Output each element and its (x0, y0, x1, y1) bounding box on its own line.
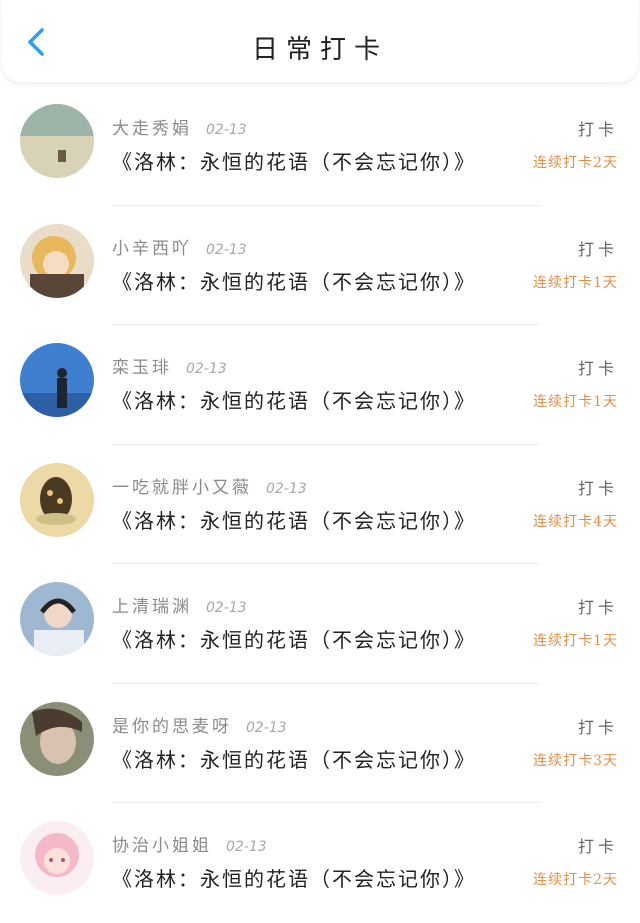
username[interactable]: 大走秀娟 (112, 119, 192, 139)
checkin-button[interactable]: 打卡 (578, 833, 618, 857)
checkin-button[interactable]: 打卡 (578, 116, 618, 140)
user-meta: 上清瑞渊 02-13 (112, 592, 247, 617)
username[interactable]: 小辛西吖 (112, 239, 192, 259)
book-title[interactable]: 《洛林：永恒的花语（不会忘记你）》 (112, 624, 476, 653)
headphones-person-avatar (20, 582, 94, 656)
list-item[interactable]: 一吃就胖小又薇 02-13 《洛林：永恒的花语（不会忘记你）》 打卡 连续打卡4天 (0, 445, 640, 564)
book-title[interactable]: 《洛林：永恒的花语（不会忘记你）》 (112, 744, 476, 773)
user-meta: 栾玉琲 02-13 (112, 353, 227, 378)
user-avatar[interactable] (20, 343, 94, 417)
pink-anime-avatar (20, 821, 94, 895)
username[interactable]: 是你的思麦呀 (112, 717, 232, 737)
list-item[interactable]: 上清瑞渊 02-13 《洛林：永恒的花语（不会忘记你）》 打卡 连续打卡1天 (0, 564, 640, 684)
streak-count: 连续打卡1天 (533, 394, 618, 410)
checkin-list: 大走秀娟 02-13 《洛林：永恒的花语（不会忘记你）》 打卡 连续打卡2天 小辛… (0, 86, 640, 923)
checkin-date: 02-13 (206, 122, 247, 138)
streak-count: 连续打卡1天 (533, 274, 618, 291)
user-avatar[interactable] (20, 701, 94, 776)
user-avatar[interactable] (20, 462, 94, 537)
portrait-avatar (20, 701, 94, 776)
user-meta: 小辛西吖 02-13 (112, 234, 247, 259)
user-avatar[interactable] (20, 821, 94, 895)
checkin-date: 02-13 (226, 839, 267, 855)
streak-count: 连续打卡4天 (533, 513, 618, 530)
streak-count: 连续打卡3天 (533, 752, 618, 769)
list-item[interactable]: 是你的思麦呀 02-13 《洛林：永恒的花语（不会忘记你）》 打卡 连续打卡3天 (0, 684, 640, 803)
book-title[interactable]: 《洛林：永恒的花语（不会忘记你）》 (112, 863, 476, 892)
user-meta: 大走秀娟 02-13 (112, 114, 247, 139)
user-avatar[interactable] (20, 104, 94, 178)
username[interactable]: 栾玉琲 (112, 358, 172, 378)
streak-count: 连续打卡2天 (533, 155, 618, 171)
checkin-date: 02-13 (266, 480, 307, 497)
list-item[interactable]: 栾玉琲 02-13 《洛林：永恒的花语（不会忘记你）》 打卡 连续打卡1天 (0, 325, 640, 445)
book-title[interactable]: 《洛林：永恒的花语（不会忘记你）》 (112, 146, 476, 175)
checkin-button[interactable]: 打卡 (578, 236, 618, 260)
checkin-button[interactable]: 打卡 (578, 355, 618, 379)
top-bar: 日常打卡 (2, 0, 638, 82)
blue-sky-person-avatar (20, 343, 94, 417)
checkin-screen: 日常打卡 大走秀娟 02-13 《洛林：永恒的花语（不会忘记你）》 打卡 连续打卡… (0, 0, 640, 923)
checkin-button[interactable]: 打卡 (578, 594, 618, 618)
checkin-date: 02-13 (206, 241, 247, 258)
username[interactable]: 上清瑞渊 (112, 597, 192, 617)
user-meta: 一吃就胖小又薇 02-13 (112, 473, 307, 498)
checkin-button[interactable]: 打卡 (578, 475, 618, 499)
list-item[interactable]: 大走秀娟 02-13 《洛林：永恒的花语（不会忘记你）》 打卡 连续打卡2天 (0, 86, 640, 206)
username[interactable]: 协治小姐姐 (112, 836, 212, 856)
user-meta: 协治小姐姐 02-13 (112, 831, 267, 856)
streak-count: 连续打卡2天 (533, 872, 618, 888)
checkin-date: 02-13 (246, 719, 287, 736)
checkin-date: 02-13 (186, 361, 227, 377)
user-avatar[interactable] (20, 582, 94, 656)
page-title: 日常打卡 (251, 35, 388, 65)
landscape-avatar (20, 104, 94, 178)
book-title[interactable]: 《洛林：永恒的花语（不会忘记你）》 (112, 505, 476, 534)
streak-count: 连续打卡1天 (533, 633, 618, 649)
book-title[interactable]: 《洛林：永恒的花语（不会忘记你）》 (112, 266, 476, 295)
illustration-avatar (20, 462, 94, 537)
book-title[interactable]: 《洛林：永恒的花语（不会忘记你）》 (112, 385, 476, 414)
list-item[interactable]: 小辛西吖 02-13 《洛林：永恒的花语（不会忘记你）》 打卡 连续打卡1天 (0, 206, 640, 325)
username[interactable]: 一吃就胖小又薇 (112, 478, 252, 498)
list-item[interactable]: 协治小姐姐 02-13 《洛林：永恒的花语（不会忘记你）》 打卡 连续打卡2天 (0, 803, 640, 923)
checkin-button[interactable]: 打卡 (578, 714, 618, 738)
user-meta: 是你的思麦呀 02-13 (112, 712, 287, 737)
checkin-date: 02-13 (206, 600, 247, 616)
user-avatar[interactable] (20, 223, 94, 298)
anime-character-avatar (20, 223, 94, 298)
